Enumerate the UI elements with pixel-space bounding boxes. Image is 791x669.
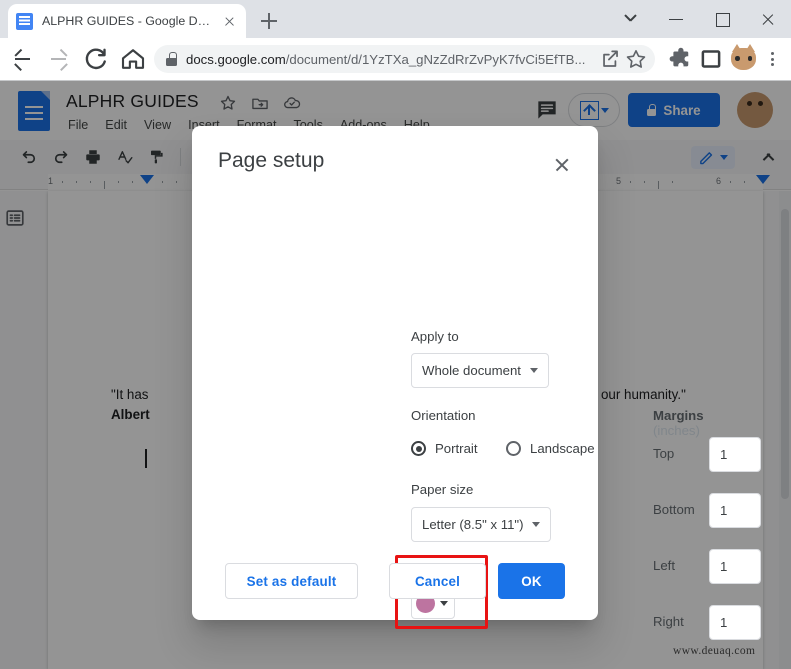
share-icon[interactable] (597, 46, 623, 72)
maximize-button[interactable] (699, 0, 745, 38)
margins-label-text: Margins (653, 408, 704, 423)
set-as-default-button[interactable]: Set as default (225, 563, 358, 599)
address-bar[interactable]: docs.google.com/document/d/1YzTXa_gNzZdR… (154, 45, 655, 73)
margin-bottom-input[interactable]: 1 (709, 493, 761, 528)
chevron-down-icon (532, 522, 540, 527)
margin-right-label: Right (653, 614, 684, 629)
paper-size-value: Letter (8.5" x 11") (422, 517, 523, 532)
lock-icon (166, 52, 177, 66)
chevron-down-icon[interactable] (607, 0, 653, 38)
margin-left-label: Left (653, 558, 675, 573)
browser-tab-strip: ALPHR GUIDES - Google Docs (0, 0, 791, 38)
home-button[interactable] (118, 44, 148, 74)
page-setup-dialog: Page setup Apply to Whole document Orien… (192, 126, 598, 620)
chevron-down-icon (440, 601, 448, 606)
margin-top-input[interactable]: 1 (709, 437, 761, 472)
radio-button-icon (411, 441, 426, 456)
margin-top-label: Top (653, 446, 674, 461)
profile-cat-avatar[interactable] (731, 48, 756, 70)
margins-units: (inches) (653, 423, 700, 438)
url-path: /document/d/1YzTXa_gNzZdRrZvPyK7fvCi5EfT… (286, 52, 586, 67)
minimize-button[interactable] (653, 0, 699, 38)
window-controls (607, 0, 791, 38)
margin-right-input[interactable]: 1 (709, 605, 761, 640)
back-button[interactable] (7, 44, 37, 74)
apply-to-dropdown[interactable]: Whole document (411, 353, 549, 388)
google-docs-icon (16, 13, 33, 30)
orientation-label: Orientation (411, 408, 476, 423)
forward-button[interactable] (44, 44, 74, 74)
cancel-button[interactable]: Cancel (389, 563, 486, 599)
extensions-puzzle-icon[interactable] (664, 44, 694, 74)
radio-portrait-label: Portrait (435, 441, 478, 456)
bookmark-star-icon[interactable] (623, 46, 649, 72)
browser-window: ALPHR GUIDES - Google Docs doc (0, 0, 791, 669)
paper-size-dropdown[interactable]: Letter (8.5" x 11") (411, 507, 551, 542)
margin-bottom-label: Bottom (653, 502, 695, 517)
new-tab-button[interactable] (256, 8, 282, 34)
tab-title: ALPHR GUIDES - Google Docs (42, 14, 216, 28)
margin-left-input[interactable]: 1 (709, 549, 761, 584)
watermark: www.deuaq.com (673, 645, 755, 657)
browser-tab-active[interactable]: ALPHR GUIDES - Google Docs (8, 4, 246, 38)
margins-label: Margins (inches) (653, 408, 704, 438)
chevron-down-icon (530, 368, 538, 373)
apply-to-label: Apply to (411, 329, 459, 344)
browser-toolbar: docs.google.com/document/d/1YzTXa_gNzZdR… (0, 38, 791, 80)
reload-button[interactable] (81, 44, 111, 74)
radio-landscape-label: Landscape (530, 441, 595, 456)
paper-size-label: Paper size (411, 482, 473, 497)
radio-button-icon (506, 441, 521, 456)
kebab-menu-icon[interactable] (759, 44, 785, 74)
close-window-button[interactable] (745, 0, 791, 38)
url-text: docs.google.com/document/d/1YzTXa_gNzZdR… (186, 52, 597, 67)
radio-landscape[interactable]: Landscape (506, 441, 595, 456)
dialog-title: Page setup (218, 149, 324, 173)
radio-portrait[interactable]: Portrait (411, 441, 478, 456)
url-domain: docs.google.com (186, 52, 286, 67)
apply-to-value: Whole document (422, 363, 521, 378)
close-icon[interactable] (552, 155, 572, 175)
ok-button[interactable]: OK (498, 563, 565, 599)
close-icon[interactable] (220, 12, 238, 30)
side-panel-icon[interactable] (696, 44, 726, 74)
